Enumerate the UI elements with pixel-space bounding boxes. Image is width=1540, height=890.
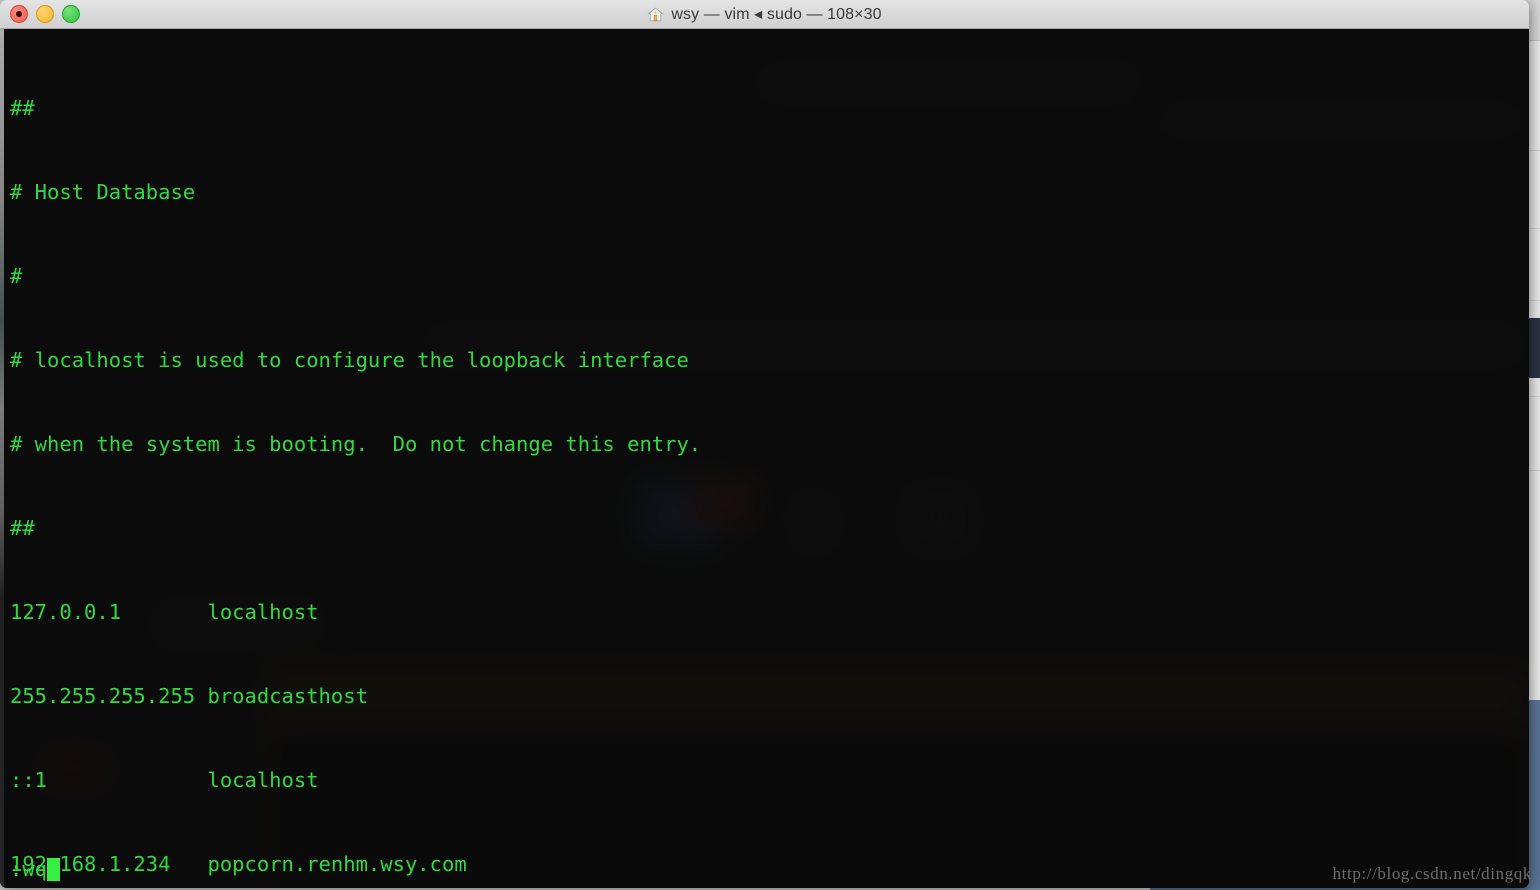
code-line: 192.168.1.234 popcorn.renhm.wsy.com bbox=[10, 852, 467, 876]
watermark: http://blog.csdn.net/dingqk bbox=[1332, 864, 1532, 883]
zoom-button[interactable] bbox=[62, 5, 80, 23]
window-title: wsy — vim ◂ sudo — 108×30 bbox=[671, 6, 882, 23]
vim-command-text: :wq bbox=[10, 857, 48, 881]
code-line: 255.255.255.255 broadcasthost bbox=[10, 684, 368, 708]
window-titlebar[interactable]: wsy — vim ◂ sudo — 108×30 bbox=[0, 0, 1529, 29]
window-left-edge bbox=[0, 29, 4, 888]
code-line: # bbox=[10, 264, 23, 288]
window-title-area: wsy — vim ◂ sudo — 108×30 bbox=[0, 4, 1529, 24]
window-controls[interactable] bbox=[10, 0, 80, 28]
code-line: ::1 localhost bbox=[10, 768, 319, 792]
minimize-button[interactable] bbox=[36, 5, 54, 23]
terminal-window[interactable]: wsy — vim ◂ sudo — 108×30 ## # Host Data… bbox=[0, 0, 1529, 888]
house-icon bbox=[647, 6, 665, 23]
code-line: ## bbox=[10, 516, 35, 540]
terminal-screen[interactable]: ## # Host Database # # localhost is used… bbox=[0, 29, 1529, 888]
code-line: # Host Database bbox=[10, 180, 196, 204]
code-line: # localhost is used to configure the loo… bbox=[10, 348, 689, 372]
terminal-text[interactable]: ## # Host Database # # localhost is used… bbox=[0, 29, 1529, 888]
text-cursor bbox=[47, 857, 61, 881]
close-button[interactable] bbox=[10, 5, 28, 23]
code-line: 127.0.0.1 localhost bbox=[10, 600, 319, 624]
code-line: ## bbox=[10, 96, 35, 120]
vim-command-line[interactable]: :wq bbox=[10, 857, 61, 881]
code-line: # when the system is booting. Do not cha… bbox=[10, 432, 702, 456]
